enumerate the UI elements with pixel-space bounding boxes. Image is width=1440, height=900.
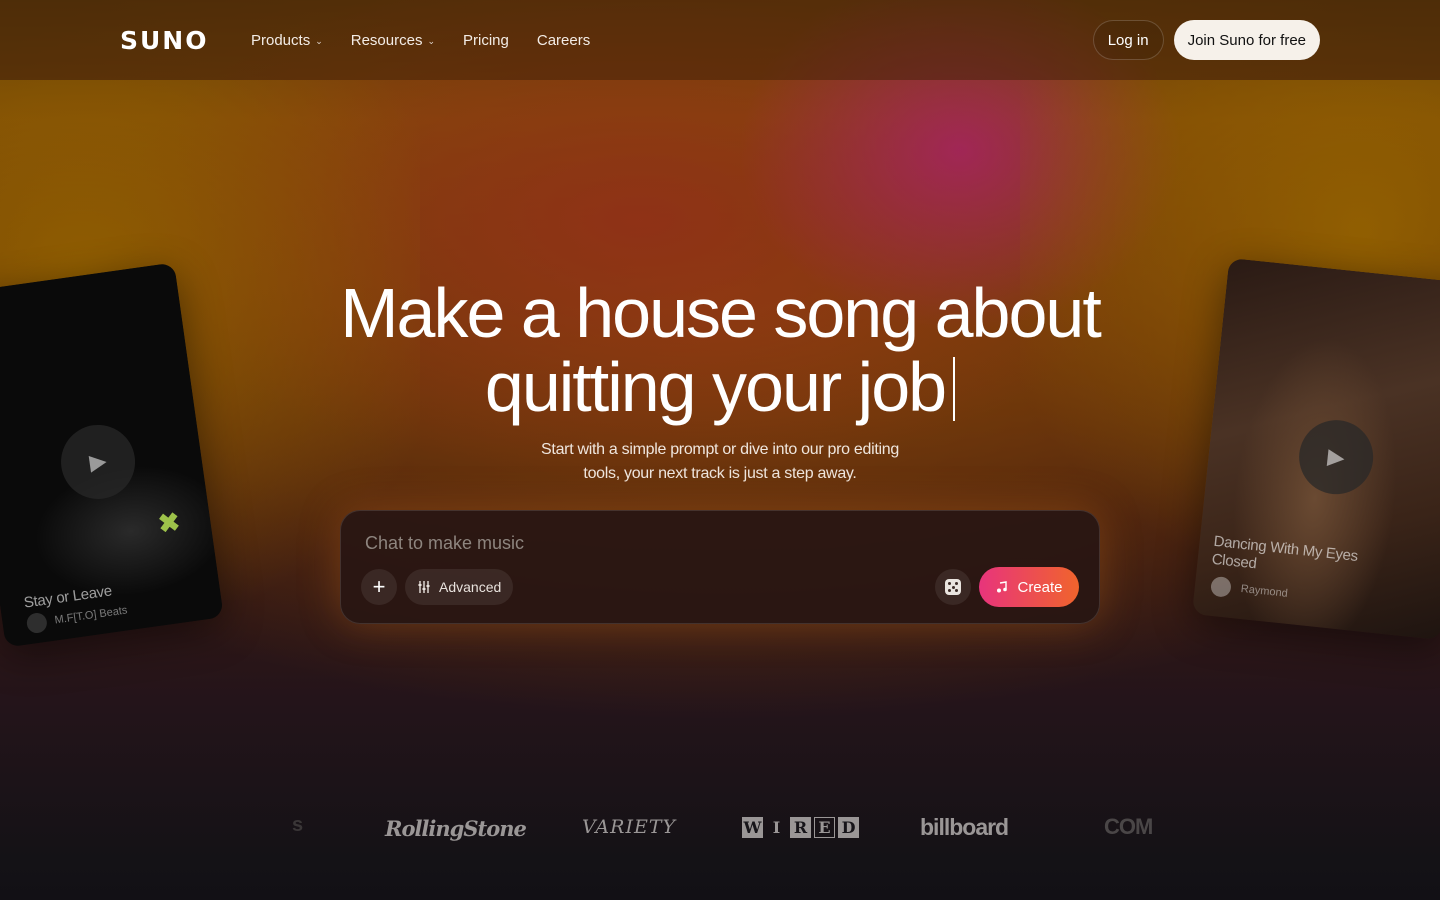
nav-item-label: Careers [536, 31, 591, 49]
artist-avatar [25, 611, 49, 635]
wired-letter: E [814, 817, 835, 838]
nav-item-careers[interactable]: Careers [537, 32, 590, 49]
play-icon[interactable]: ▶ [56, 420, 140, 504]
chevron-down-icon: ⌄ [427, 35, 435, 46]
nav-item-pricing[interactable]: Pricing [463, 32, 509, 49]
music-note-sparkle-icon [997, 581, 1008, 593]
create-label: Create [1017, 578, 1063, 596]
chevron-down-icon: ⌄ [315, 35, 323, 46]
top-navigation: SUNO Products ⌄ Resources ⌄ Pricing Care… [0, 0, 1440, 80]
song-artist: Raymond [1240, 582, 1289, 600]
dice-icon [945, 579, 961, 595]
hero-headline-line1: Make a house song about [340, 274, 1102, 352]
random-prompt-button[interactable] [935, 569, 971, 605]
wired-letter: I [772, 818, 781, 837]
typing-caret [953, 357, 956, 421]
hero-headline-line2: quitting your job [0, 350, 1440, 424]
plus-icon[interactable]: + [361, 569, 397, 605]
hero-subtitle-line1: Start with a simple prompt or dive into … [541, 441, 899, 458]
wired-letter: D [838, 817, 859, 838]
nav-item-resources[interactable]: Resources ⌄ [351, 32, 435, 49]
nav-item-label: Pricing [463, 31, 509, 49]
song-title: Dancing With My Eyes Closed [1210, 532, 1359, 573]
hero-subtitle: Start with a simple prompt or dive into … [520, 438, 920, 486]
song-artist: M.F[T.O] Beats [53, 604, 129, 627]
nav-item-label: Products [251, 31, 311, 49]
press-logo-partial: COM [1104, 814, 1153, 839]
play-icon[interactable]: ▶ [1295, 416, 1377, 498]
login-button[interactable]: Log in [1092, 20, 1164, 60]
nav-item-label: Resources [350, 31, 423, 49]
hero-headline: Make a house song about quitting your jo… [0, 276, 1440, 424]
artist-avatar [1209, 575, 1232, 598]
hero-subtitle-line2: tools, your next track is just a step aw… [583, 465, 857, 482]
wired-letter: R [790, 817, 811, 838]
create-button[interactable]: Create [979, 567, 1079, 607]
wired-logo: W I R E D [742, 817, 859, 838]
sliders-icon [418, 581, 430, 593]
nav-links: Products ⌄ Resources ⌄ Pricing Careers [251, 32, 590, 49]
cover-art-mark: ✖ [156, 506, 182, 540]
nav-item-products[interactable]: Products ⌄ [251, 32, 323, 49]
advanced-button[interactable]: Advanced [405, 569, 514, 605]
nav-actions: Log in Join Suno for free [1092, 20, 1320, 60]
chat-prompt-box[interactable]: Chat to make music + Advanced Create [340, 510, 1100, 624]
press-logo-partial: s [292, 814, 304, 836]
wired-letter: W [742, 817, 763, 838]
hero-headline-line2-text: quitting your job [484, 348, 947, 426]
join-free-button[interactable]: Join Suno for free [1173, 20, 1320, 60]
suno-logo[interactable]: SUNO [120, 26, 206, 55]
rolling-stone-logo: RollingStone [385, 816, 527, 841]
press-logos: s RollingStone VARIETY W I R E D billboa… [0, 808, 1440, 848]
advanced-label: Advanced [439, 579, 502, 595]
variety-logo: VARIETY [582, 816, 677, 838]
billboard-logo: billboard [920, 814, 1009, 840]
chat-prompt-input[interactable]: Chat to make music [365, 533, 524, 554]
